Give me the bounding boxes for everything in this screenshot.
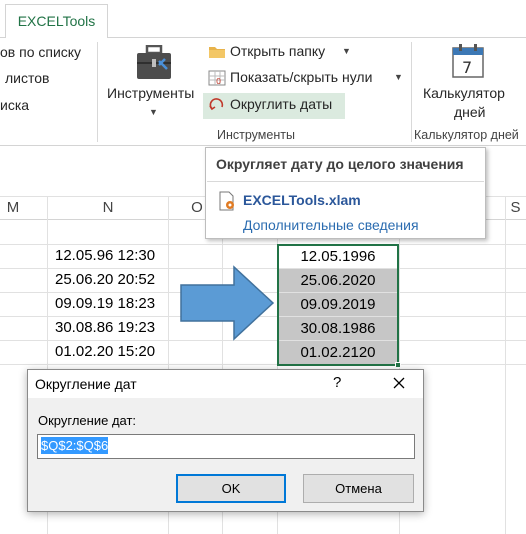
gridline-horizontal	[0, 244, 526, 245]
menu-open-folder-label: Открыть папку	[230, 43, 326, 59]
tooltip-more-link[interactable]: Дополнительные сведения	[243, 217, 419, 233]
grid-zeros-icon: 0	[208, 70, 226, 86]
group-label-calculator: Калькулятор дней	[414, 128, 519, 142]
tooltip-separator	[207, 181, 484, 182]
menu-toggle-zeros-label: Показать/скрыть нули	[230, 69, 373, 85]
cell-n4[interactable]: 09.09.19 18:23	[55, 295, 155, 312]
tooltip-file: EXCELTools.xlam	[243, 192, 361, 208]
range-label: Округление дат:	[38, 413, 137, 428]
menu-round-dates-label: Округлить даты	[230, 96, 333, 112]
help-button[interactable]: ?	[333, 374, 341, 391]
close-icon[interactable]	[389, 373, 409, 393]
cell-n3[interactable]: 25.06.20 20:52	[55, 271, 155, 288]
tab-exceltools[interactable]: EXCELTools	[5, 4, 108, 39]
folder-icon	[209, 47, 225, 58]
chevron-down-icon: ▼	[149, 107, 158, 117]
day-calculator-button[interactable]: 7 Калькулятор дней	[418, 40, 518, 122]
column-header-n[interactable]: N	[48, 197, 168, 219]
addin-file-icon	[219, 191, 234, 211]
calc-label-line2: дней	[454, 104, 486, 120]
range-input[interactable]: $Q$2:$Q$6	[37, 434, 415, 459]
calendar-icon: 7	[452, 44, 484, 78]
ok-button[interactable]: OK	[176, 474, 286, 503]
column-header-s[interactable]: S	[505, 197, 526, 219]
toolbox-icon	[137, 45, 171, 79]
ribbon-item-by-list[interactable]: ов по списку	[0, 44, 81, 60]
dialog-body: Округление дат: $Q$2:$Q$6 OK Отмена	[28, 398, 423, 511]
menu-open-folder[interactable]: Открыть папку ▼	[206, 41, 356, 63]
chevron-down-icon: ▼	[394, 72, 403, 82]
range-input-value: $Q$2:$Q$6	[41, 437, 109, 454]
column-header-m[interactable]: M	[0, 197, 26, 219]
menu-toggle-zeros[interactable]: 0 Показать/скрыть нули ▼	[206, 67, 406, 89]
ribbon-separator	[411, 42, 412, 142]
dialog-title: Округление дат	[35, 376, 137, 392]
ribbon-item-search[interactable]: иска	[0, 97, 29, 113]
tools-button[interactable]: Инструменты ▼	[103, 40, 203, 120]
selection-border	[277, 244, 399, 366]
ribbon-separator	[97, 42, 98, 142]
ribbon-item-sheets[interactable]: листов	[5, 70, 49, 86]
ribbon-tab-strip: EXCELTools	[0, 0, 526, 39]
gridline-horizontal	[0, 364, 526, 365]
tools-button-label: Инструменты	[107, 85, 195, 101]
round-dates-dialog: Округление дат ? Округление дат: $Q$2:$Q…	[27, 369, 424, 512]
fill-handle[interactable]	[395, 362, 401, 368]
calendar-digit: 7	[462, 58, 472, 77]
svg-text:0: 0	[216, 77, 221, 86]
round-dates-icon	[209, 98, 224, 111]
excel-window: EXCELTools ов по списку листов иска Инст…	[0, 0, 526, 534]
cell-n5[interactable]: 30.08.86 19:23	[55, 319, 155, 336]
group-label-tools: Инструменты	[217, 128, 295, 142]
cell-n2[interactable]: 12.05.96 12:30	[55, 247, 155, 264]
tooltip-title: Округляет дату до целого значения	[216, 156, 464, 172]
gridline-vertical	[505, 196, 506, 534]
calc-label-line1: Калькулятор	[423, 85, 505, 101]
tooltip-round-dates: Округляет дату до целого значения EXCELT…	[205, 147, 486, 239]
chevron-down-icon: ▼	[342, 46, 351, 56]
cell-n6[interactable]: 01.02.20 15:20	[55, 343, 155, 360]
menu-round-dates[interactable]: Округлить даты	[206, 94, 344, 116]
cancel-button[interactable]: Отмена	[303, 474, 414, 503]
ribbon: ов по списку листов иска Инструменты ▼ О…	[0, 38, 526, 146]
arrow-right-icon	[180, 265, 275, 341]
